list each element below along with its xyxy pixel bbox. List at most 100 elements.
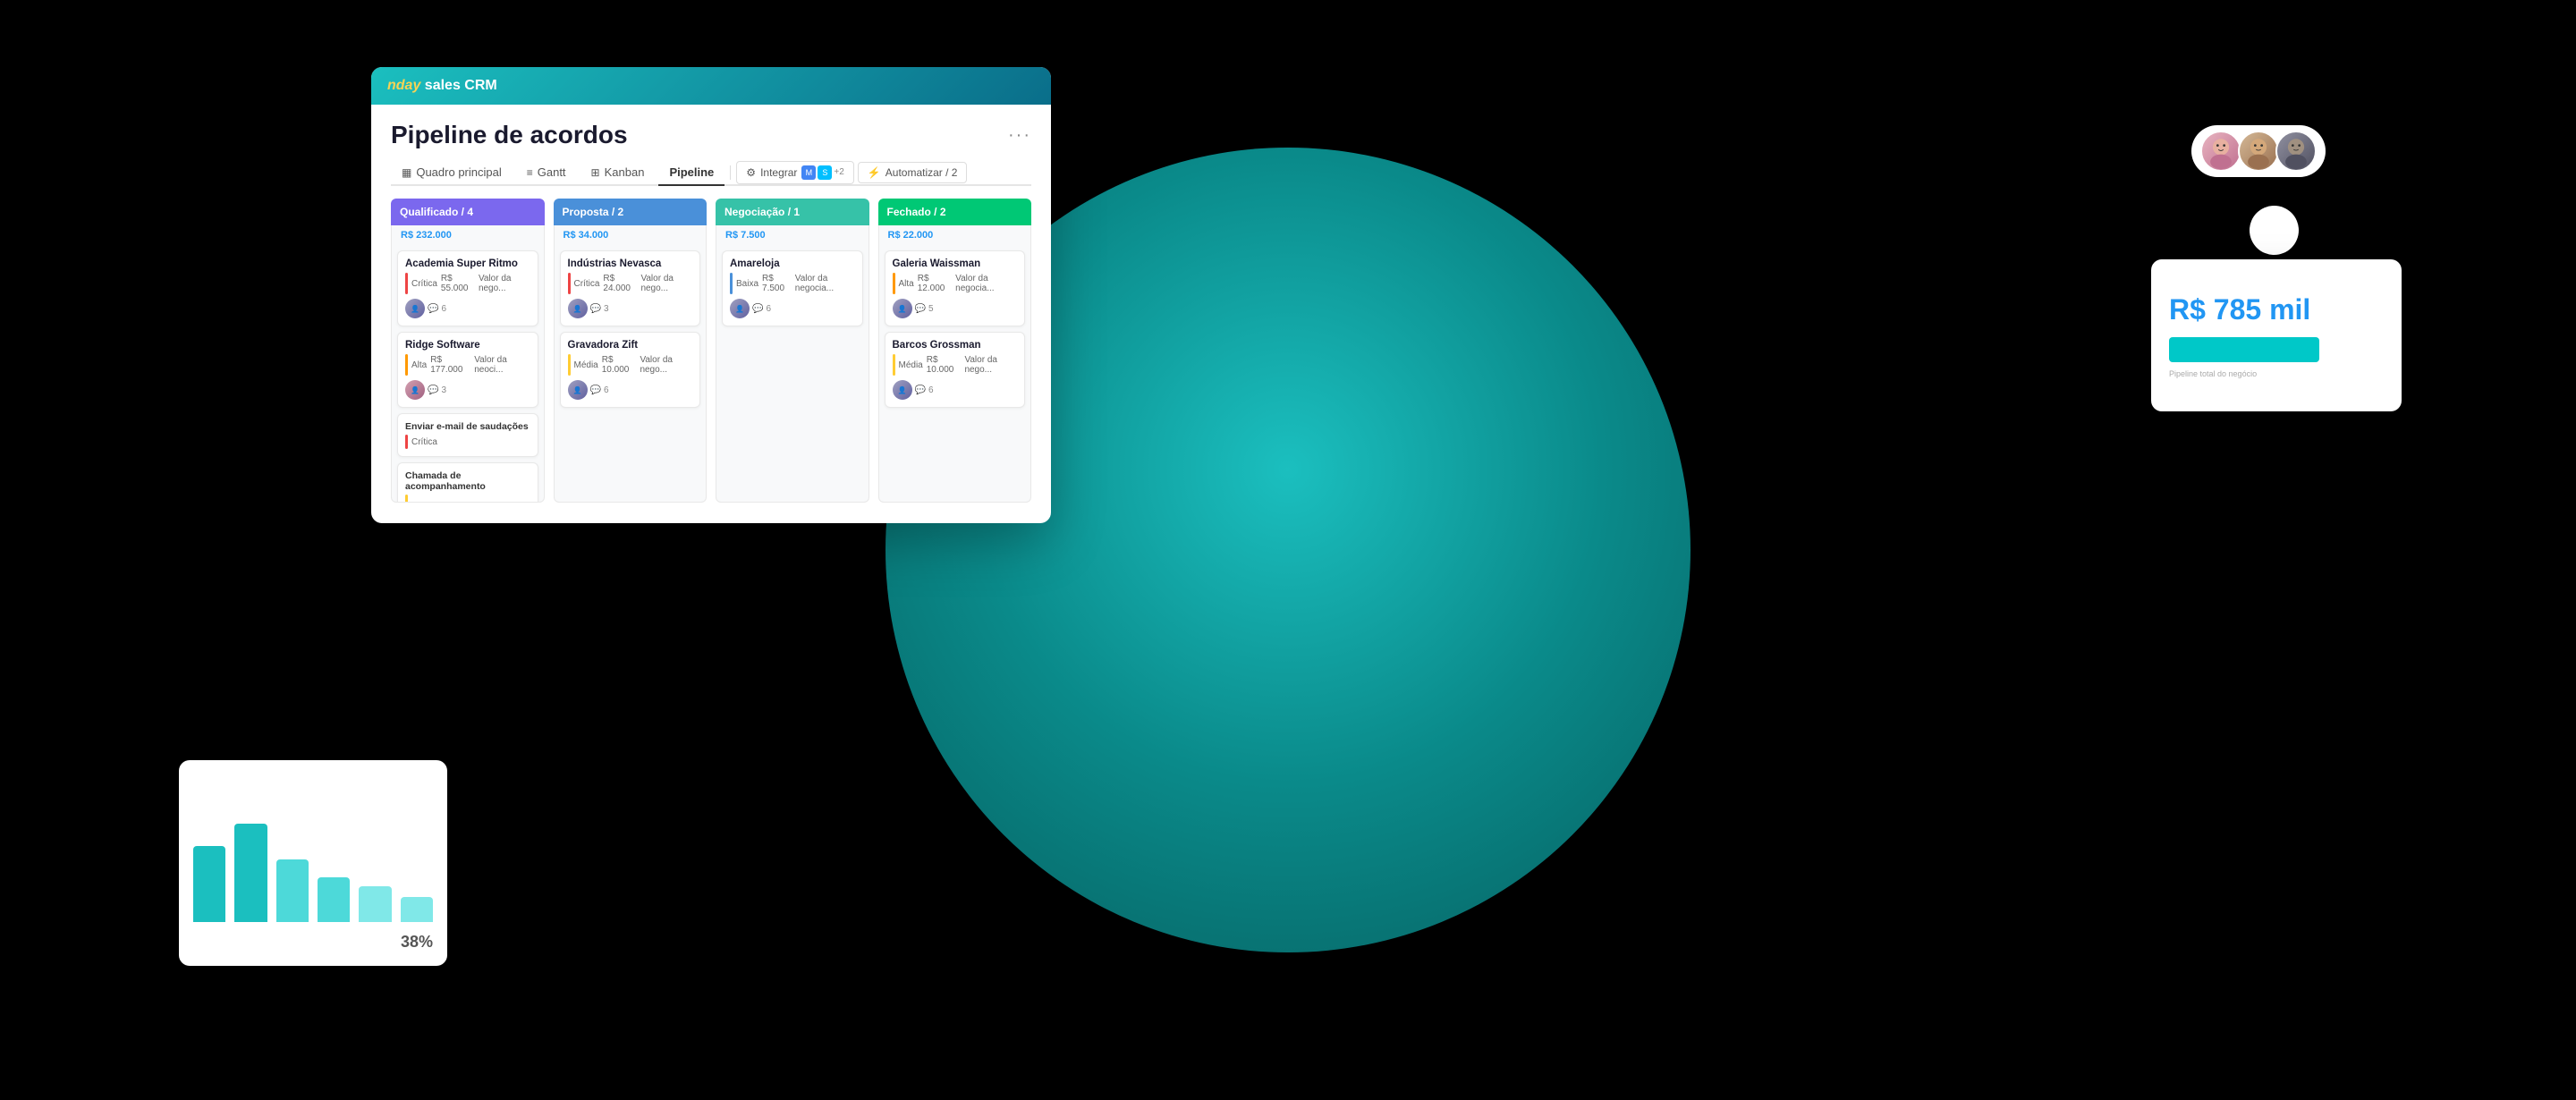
face-svg-male2 — [2277, 132, 2315, 170]
deal-title: Indústrias Nevasca — [568, 258, 693, 269]
avatar-male2 — [2275, 131, 2317, 172]
task-row: Crítica — [405, 435, 530, 449]
tab-integrate[interactable]: ⚙ Integrar M S +2 — [736, 161, 854, 184]
deal-row: Alta R$ 12.000 Valor da negocia... — [893, 273, 1018, 294]
crm-window: nday monday sales CRM sales CRM Pipeline… — [371, 67, 1051, 523]
bar-2 — [234, 824, 267, 922]
priority-label: Média — [899, 360, 923, 370]
crm-header: nday monday sales CRM sales CRM — [371, 67, 1051, 105]
deal-card[interactable]: Academia Super Ritmo Crítica R$ 55.000 V… — [397, 250, 538, 326]
deal-count: 6 — [766, 304, 771, 314]
task-card-call[interactable]: Chamada de acompanhamento — [397, 462, 538, 503]
tab-gantt-label: Gantt — [538, 165, 566, 179]
face-svg-male1 — [2240, 132, 2277, 170]
app-icon-2: S — [818, 165, 832, 180]
col-cards-negociacao: Amareloja Baixa R$ 7.500 Valor da negoci… — [716, 245, 869, 503]
deal-footer: 👤 💬 6 — [730, 299, 855, 318]
bar-1 — [193, 846, 225, 922]
bar-6 — [401, 897, 433, 922]
app-count: +2 — [834, 167, 843, 177]
deal-card[interactable]: Gravadora Zift Média R$ 10.000 Valor da … — [560, 332, 701, 408]
task-priority — [405, 435, 408, 449]
chat-icon: 💬 — [590, 304, 601, 314]
integrate-icon: ⚙ — [746, 166, 756, 179]
priority-label: Crítica — [574, 279, 600, 289]
deal-value-label: Valor da negocia... — [795, 274, 855, 293]
tab-quadro[interactable]: ▦ Quadro principal — [391, 160, 513, 186]
priority-indicator — [568, 273, 571, 294]
column-negociacao: Negociação / 1 R$ 7.500 Amareloja Baixa … — [716, 199, 869, 503]
deal-footer: 👤 💬 3 — [405, 380, 530, 400]
deal-value: R$ 10.000 — [927, 355, 962, 375]
deal-value-label: Valor da nego... — [479, 274, 530, 293]
stats-amount: R$ 785 mil — [2169, 293, 2384, 326]
app-icon-1: M — [801, 165, 816, 180]
chart-percentage: 38% — [193, 933, 433, 952]
col-amount-fechado: R$ 22.000 — [878, 225, 1032, 245]
deal-avatar: 👤 — [730, 299, 750, 318]
deal-avatar: 👤 — [405, 380, 425, 400]
deal-value: R$ 10.000 — [602, 355, 637, 375]
automate-icon: ⚡ — [868, 166, 881, 179]
tab-bar: ▦ Quadro principal ≡ Gantt ⊞ Kanban Pipe… — [391, 160, 1031, 186]
col-amount-qualificado: R$ 232.000 — [391, 225, 545, 245]
bar-chart — [193, 804, 433, 929]
stats-caption: Pipeline total do negócio — [2169, 369, 2384, 378]
tab-integrate-label: Integrar — [760, 166, 797, 179]
deal-avatar: 👤 — [893, 380, 912, 400]
deal-footer-left: 👤 💬 3 — [568, 299, 609, 318]
col-header-negociacao: Negociação / 1 — [716, 199, 869, 225]
kanban-icon: ⊞ — [591, 166, 600, 179]
deal-card[interactable]: Galeria Waissman Alta R$ 12.000 Valor da… — [885, 250, 1026, 326]
chat-icon: 💬 — [915, 385, 926, 395]
integrate-apps: M S +2 — [801, 165, 843, 180]
chat-icon: 💬 — [428, 385, 438, 395]
priority-label: Crítica — [411, 279, 437, 289]
deal-footer: 👤 💬 6 — [568, 380, 693, 400]
deal-avatar: 👤 — [405, 299, 425, 318]
face-svg-female — [2202, 132, 2240, 170]
deal-value: R$ 12.000 — [918, 274, 952, 293]
priority-label: Alta — [411, 360, 427, 370]
tab-quadro-label: Quadro principal — [416, 165, 501, 179]
deal-value: R$ 7.500 — [762, 274, 792, 293]
tab-gantt[interactable]: ≡ Gantt — [516, 160, 577, 186]
tab-pipeline-label: Pipeline — [669, 165, 714, 179]
tab-kanban[interactable]: ⊞ Kanban — [580, 160, 656, 186]
more-button[interactable]: ··· — [1008, 125, 1031, 146]
avatar-pill — [2191, 125, 2326, 177]
col-amount-proposta: R$ 34.000 — [554, 225, 708, 245]
deal-footer-left: 👤 💬 6 — [893, 380, 934, 400]
deal-value-label: Valor da nego... — [640, 355, 692, 375]
crm-body: Pipeline de acordos ··· ▦ Quadro princip… — [371, 105, 1051, 523]
deal-card[interactable]: Ridge Software Alta R$ 177.000 Valor da … — [397, 332, 538, 408]
task-priority-label: Crítica — [411, 437, 437, 447]
logo-highlight: nday — [387, 78, 420, 93]
task-card-email[interactable]: Enviar e-mail de saudações Crítica — [397, 413, 538, 457]
chart-widget: 38% — [179, 760, 447, 966]
tab-pipeline[interactable]: Pipeline — [658, 160, 724, 186]
deal-title: Amareloja — [730, 258, 855, 269]
avatar-male1 — [2238, 131, 2279, 172]
deal-count: 5 — [928, 304, 934, 314]
col-cards-qualificado: Academia Super Ritmo Crítica R$ 55.000 V… — [391, 245, 545, 503]
deal-card[interactable]: Indústrias Nevasca Crítica R$ 24.000 Val… — [560, 250, 701, 326]
chat-icon: 💬 — [915, 304, 926, 314]
gantt-icon: ≡ — [527, 166, 533, 179]
deal-footer: 👤 💬 5 — [893, 299, 1018, 318]
deal-row: Média R$ 10.000 Valor da nego... — [893, 354, 1018, 376]
bar-5 — [359, 886, 391, 922]
deal-footer: 👤 💬 6 — [405, 299, 530, 318]
deal-card[interactable]: Amareloja Baixa R$ 7.500 Valor da negoci… — [722, 250, 863, 326]
tab-automate[interactable]: ⚡ Automatizar / 2 — [858, 162, 968, 183]
deal-avatar: 👤 — [568, 380, 588, 400]
deal-value-label: Valor da nego... — [964, 355, 1017, 375]
deal-card[interactable]: Barcos Grossman Média R$ 10.000 Valor da… — [885, 332, 1026, 408]
deal-footer-left: 👤 💬 3 — [405, 380, 446, 400]
col-cards-fechado: Galeria Waissman Alta R$ 12.000 Valor da… — [878, 245, 1032, 503]
deal-value: R$ 55.000 — [441, 274, 475, 293]
app-logo: nday monday sales CRM sales CRM — [387, 78, 497, 94]
deal-count: 6 — [604, 385, 609, 395]
col-amount-negociacao: R$ 7.500 — [716, 225, 869, 245]
deal-avatar: 👤 — [893, 299, 912, 318]
